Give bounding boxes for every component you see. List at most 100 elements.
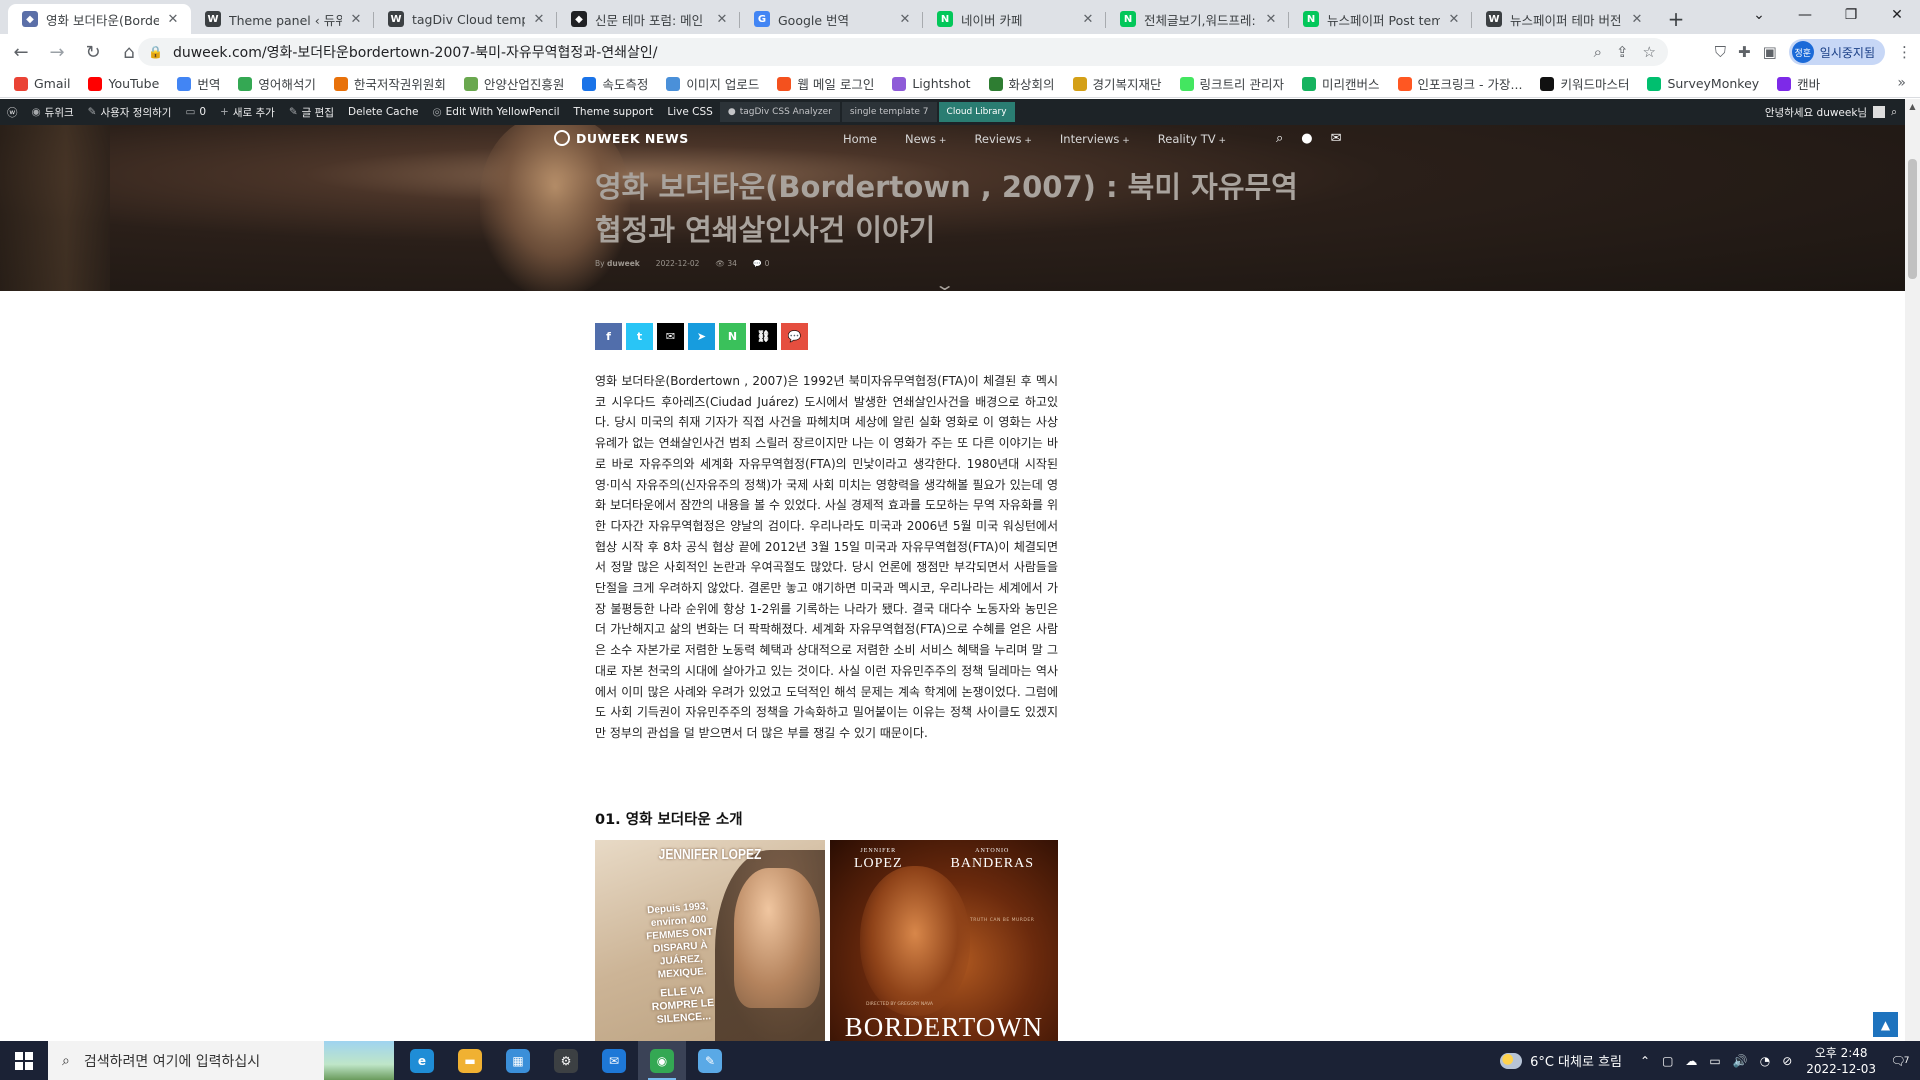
admin-theme-support[interactable]: Theme support [567, 99, 661, 125]
notepad-taskbar-icon[interactable]: ✎ [686, 1041, 734, 1080]
scroll-down-chevron-icon[interactable]: ⌄ [934, 275, 955, 291]
weather-widget[interactable]: 6°C 대체로 흐림 [1500, 1051, 1622, 1070]
bookmark-item[interactable]: Gmail [14, 76, 70, 91]
facebook-share-button[interactable]: f [595, 323, 622, 350]
close-tab-icon[interactable]: ✕ [1629, 11, 1645, 27]
close-tab-icon[interactable]: ✕ [714, 11, 730, 27]
admin-new-content[interactable]: + 새로 추가 [213, 99, 282, 125]
show-hidden-icons-icon[interactable]: ⌃ [1640, 1054, 1650, 1068]
shield-extension-icon[interactable]: ⛉ [1715, 43, 1726, 61]
bookmark-item[interactable]: SurveyMonkey [1647, 76, 1759, 91]
share-icon[interactable]: ⇪ [1616, 43, 1629, 61]
admin-live-css[interactable]: Live CSS [660, 99, 719, 125]
tab-1[interactable]: W Theme panel ‹ 듀위크 ✕ [191, 4, 374, 34]
page-scrollbar[interactable]: ▲ [1905, 99, 1920, 1041]
bookmark-item[interactable]: 경기복지재단 [1072, 74, 1162, 93]
comment-count[interactable]: 💬 0 [753, 259, 770, 268]
settings-taskbar-icon[interactable]: ⚙ [542, 1041, 590, 1080]
tab-4[interactable]: G Google 번역 ✕ [740, 4, 923, 34]
admin-edit-post[interactable]: ✎ 글 편집 [282, 99, 341, 125]
menu-item-reviews[interactable]: Reviews [974, 132, 1031, 146]
restore-button[interactable]: ❐ [1828, 0, 1874, 30]
file-explorer-taskbar-icon[interactable]: ▬ [446, 1041, 494, 1080]
kakao-share-button[interactable]: 💬 [781, 323, 808, 350]
bookmark-item[interactable]: 안양산업진흥원 [463, 74, 564, 93]
tab-3[interactable]: ◆ 신문 테마 포럼: 메인 ✕ [557, 4, 740, 34]
scroll-up-arrow-icon[interactable]: ▲ [1905, 99, 1920, 114]
close-window-button[interactable]: ✕ [1874, 0, 1920, 30]
bookmark-item[interactable]: 키워드마스터 [1540, 74, 1629, 93]
cloud-library-button[interactable]: Cloud Library [938, 102, 1015, 122]
bookmark-item[interactable]: 인포크링크 - 가장... [1397, 74, 1522, 93]
more-bookmarks-icon[interactable]: » [1897, 75, 1906, 91]
bookmark-item[interactable]: 미리캔버스 [1302, 74, 1380, 93]
back-to-top-button[interactable]: ▲ [1873, 1012, 1898, 1037]
menu-item-reality-tv[interactable]: Reality TV [1158, 132, 1226, 146]
tab-0[interactable]: ◆ 영화 보더타운(Border ✕ [8, 4, 191, 34]
chrome-taskbar-icon[interactable]: ◉ [638, 1041, 686, 1080]
newsletter-icon[interactable]: ✉ [1331, 131, 1342, 146]
admin-comments[interactable]: ▭ 0 [178, 99, 213, 125]
close-tab-icon[interactable]: ✕ [1080, 11, 1096, 27]
back-button[interactable]: ← [6, 37, 36, 67]
chrome-menu-icon[interactable]: ⋮ [1897, 43, 1912, 61]
side-panel-icon[interactable]: ▣ [1763, 43, 1777, 61]
tab-8[interactable]: W 뉴스페이퍼 테마 버전 ✕ [1472, 4, 1655, 34]
tab-2[interactable]: WtagDiv Cloud templat ✕ [374, 4, 557, 34]
menu-item-news[interactable]: News [905, 132, 946, 146]
forward-button[interactable]: → [42, 37, 72, 67]
admin-search-icon[interactable]: ⌕ [1891, 106, 1897, 119]
dark-mode-icon[interactable]: ● [1301, 131, 1312, 146]
notification-center-button[interactable]: 🗨 7 [1886, 1048, 1914, 1074]
zoom-icon[interactable]: ⌕ [1594, 43, 1602, 61]
email-share-button[interactable]: ✉ [657, 323, 684, 350]
tagdiv-css-analyzer-button[interactable]: ● tagDiv CSS Analyzer [719, 102, 840, 122]
twitter-share-button[interactable]: t [626, 323, 653, 350]
naver-share-button[interactable]: N [719, 323, 746, 350]
close-tab-icon[interactable]: ✕ [1263, 11, 1279, 27]
wp-logo-icon[interactable]: ⓦ [0, 99, 25, 125]
bookmark-star-icon[interactable]: ☆ [1643, 43, 1656, 61]
mail-taskbar-icon[interactable]: ✉ [590, 1041, 638, 1080]
bookmark-item[interactable]: 영어해석기 [238, 74, 316, 93]
search-icon[interactable]: ⌕ [1276, 131, 1283, 146]
bookmark-item[interactable]: 속도측정 [582, 74, 648, 93]
ime-icon[interactable]: ⊘ [1782, 1054, 1792, 1068]
address-bar[interactable]: 🔒 duweek.com/영화-보더타운bordertown-2007-북미-자… [138, 38, 1668, 66]
menu-item-home[interactable]: Home [843, 132, 877, 146]
close-tab-icon[interactable]: ✕ [531, 11, 547, 27]
menu-item-interviews[interactable]: Interviews [1060, 132, 1130, 146]
store-taskbar-icon[interactable]: ▦ [494, 1041, 542, 1080]
bookmark-item[interactable]: 화상회의 [988, 74, 1055, 93]
tab-7[interactable]: N 뉴스페이퍼 Post temp ✕ [1289, 4, 1472, 34]
volume-icon[interactable]: 🔊 [1733, 1054, 1748, 1068]
taskbar-search[interactable]: ⌕ 검색하려면 여기에 입력하십시 [48, 1041, 394, 1080]
admin-yellowpencil[interactable]: ◎ Edit With YellowPencil [425, 99, 566, 125]
clock[interactable]: 오후 2:48 2022-12-03 [1806, 1045, 1876, 1077]
bookmark-item[interactable]: 번역 [177, 74, 220, 93]
scrollbar-thumb[interactable] [1908, 159, 1917, 279]
bookmark-item[interactable]: 캔바 [1777, 74, 1820, 93]
tab-6[interactable]: N 전체글보기,워드프레: ✕ [1106, 4, 1289, 34]
author-link[interactable]: duweek [607, 259, 640, 268]
admin-account[interactable]: 안녕하세요 duweek님 ⌕ [1765, 99, 1897, 125]
cloud-icon[interactable]: ☁ [1685, 1054, 1697, 1068]
site-logo[interactable]: DUWEEK NEWS [554, 130, 689, 146]
bookmark-item[interactable]: YouTube [88, 76, 159, 91]
network-icon[interactable]: ◔ [1760, 1054, 1770, 1068]
bookmark-item[interactable]: 한국저작권위원회 [333, 74, 446, 93]
new-tab-button[interactable]: + [1661, 4, 1691, 34]
admin-delete-cache[interactable]: Delete Cache [341, 99, 426, 125]
battery-icon[interactable]: ▭ [1709, 1054, 1720, 1068]
single-template-button[interactable]: single template 7 [841, 102, 937, 122]
bookmark-item[interactable]: 링크트리 관리자 [1179, 74, 1284, 93]
close-tab-icon[interactable]: ✕ [348, 11, 364, 27]
url-text[interactable]: duweek.com/영화-보더타운bordertown-2007-북미-자유무… [173, 42, 1594, 62]
minimize-button[interactable]: — [1782, 0, 1828, 30]
reload-button[interactable]: ↻ [78, 37, 108, 67]
bookmark-item[interactable]: 이미지 업로드 [666, 74, 759, 93]
copy-link-button[interactable]: ⛓ [750, 323, 777, 350]
tab-5[interactable]: N 네이버 카페 ✕ [923, 4, 1106, 34]
close-tab-icon[interactable]: ✕ [1446, 11, 1462, 27]
admin-site-name[interactable]: ◉ 듀위크 [25, 99, 81, 125]
